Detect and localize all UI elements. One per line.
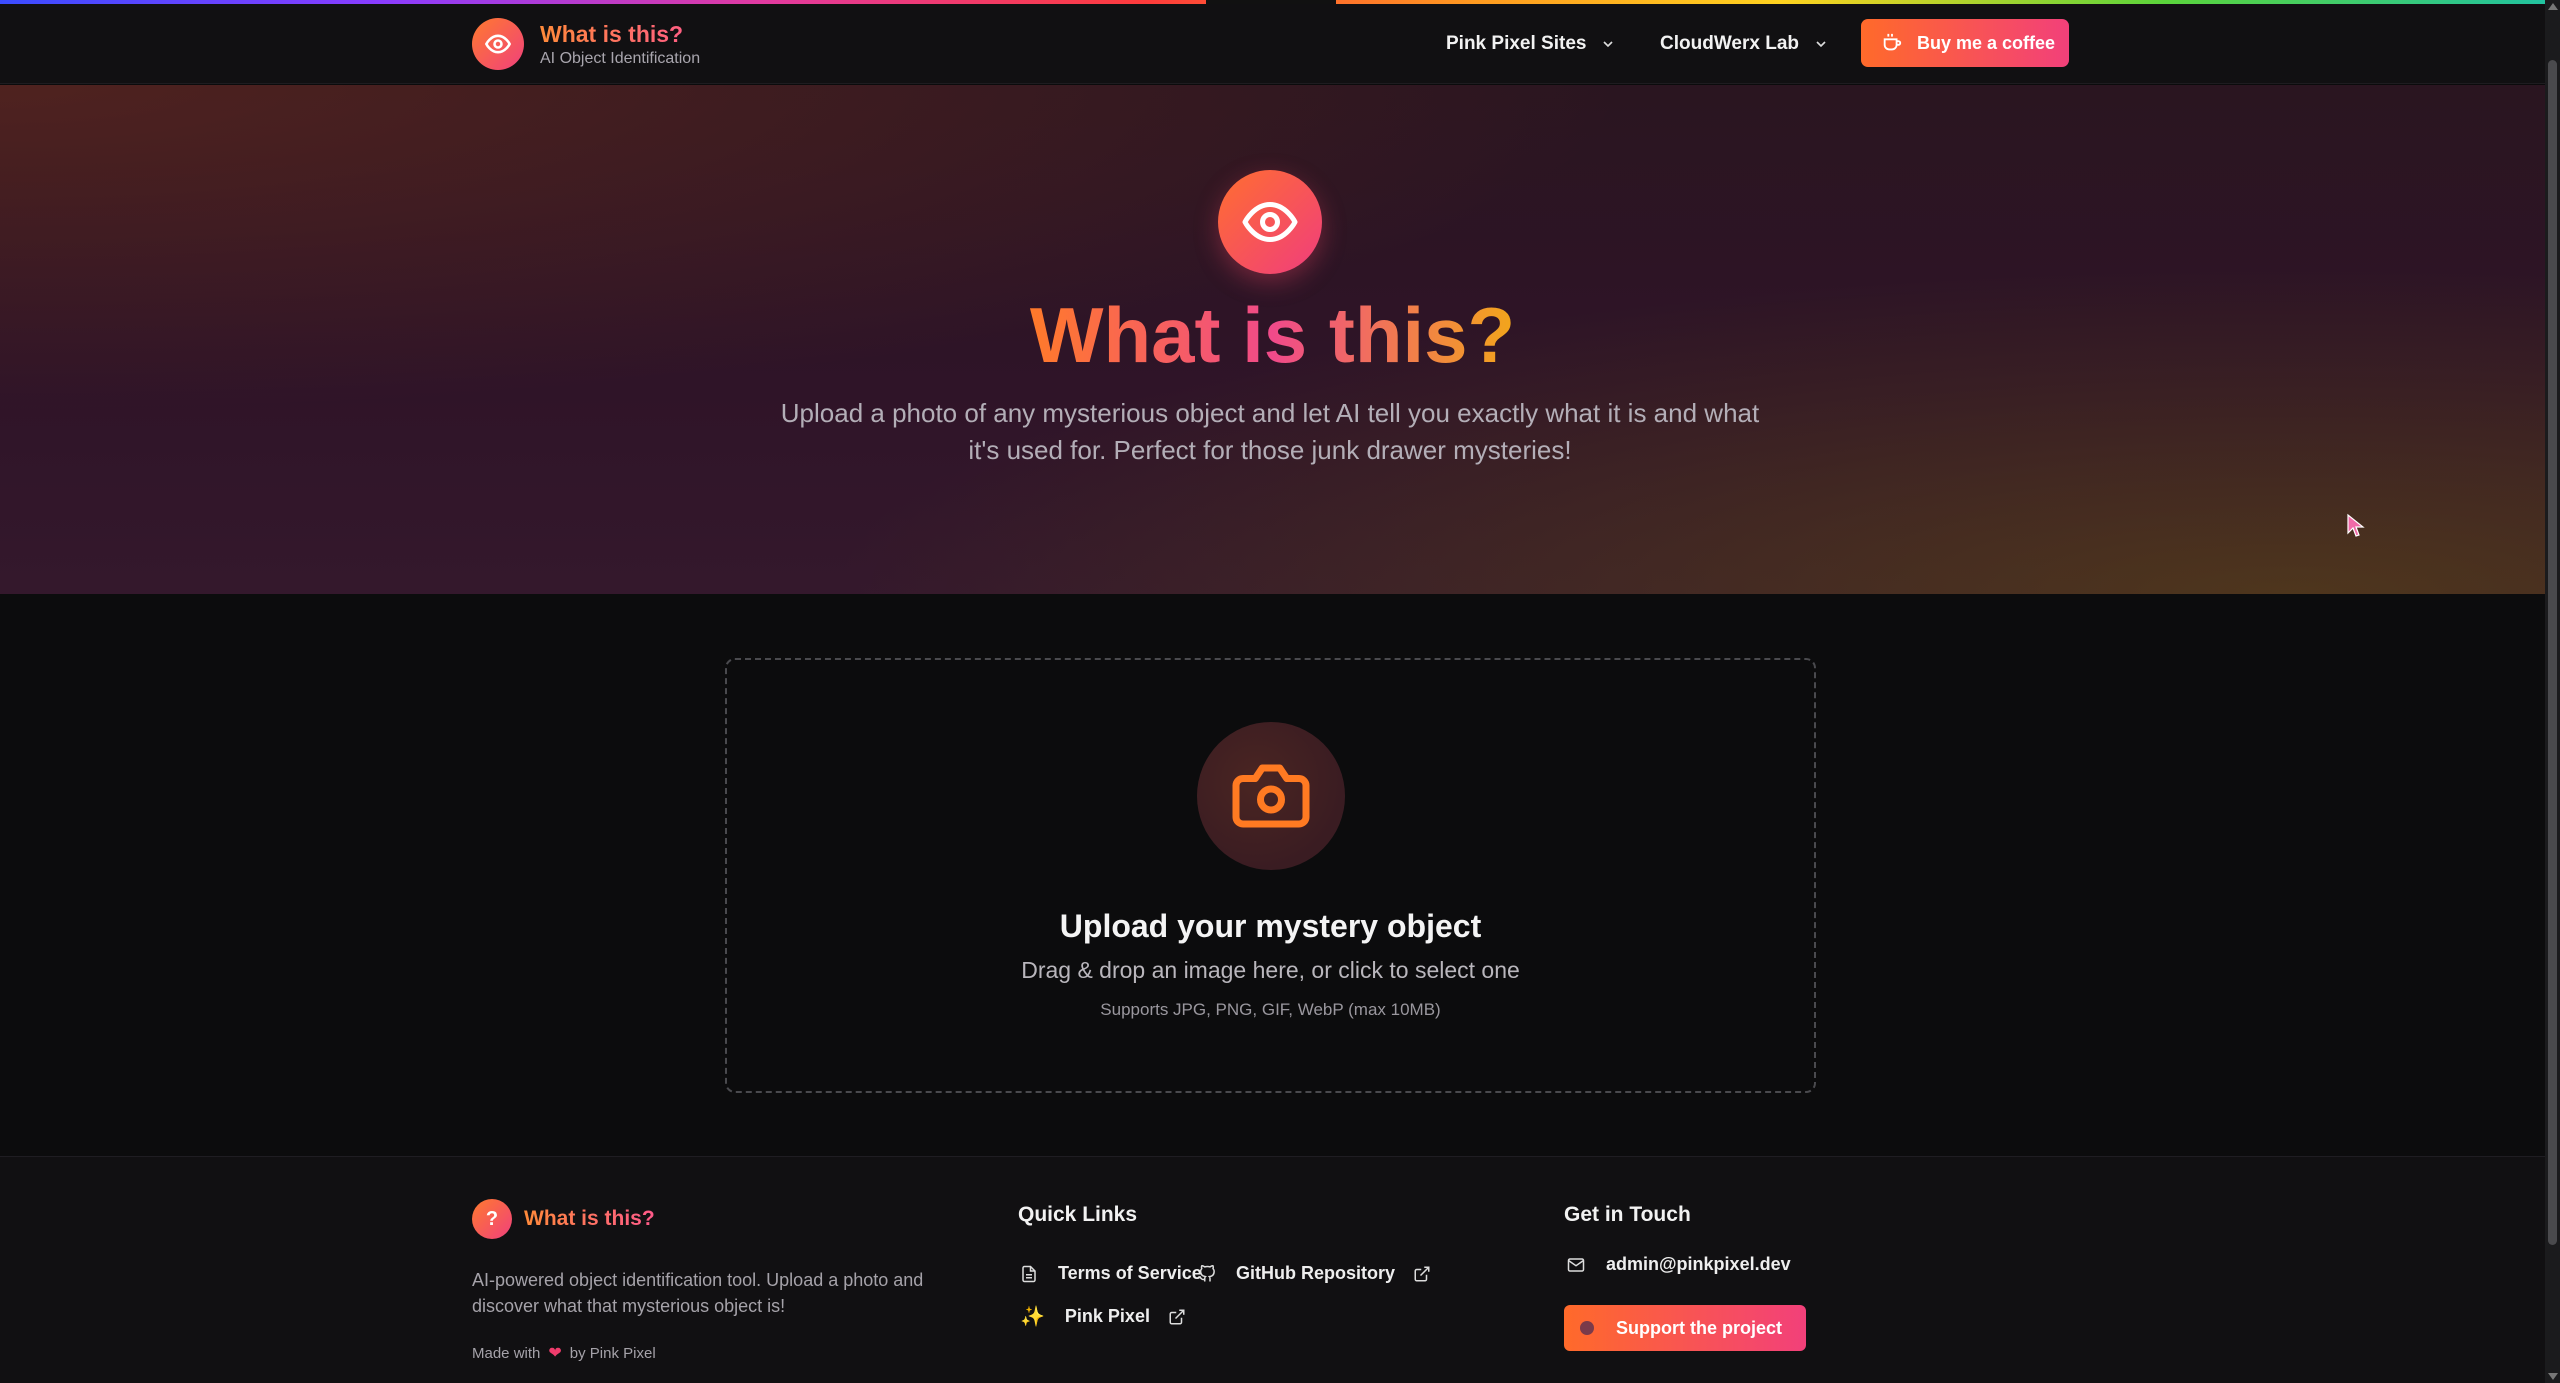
github-repository-label: GitHub Repository (1236, 1263, 1396, 1283)
chevron-down-icon (1603, 41, 1614, 48)
question-icon: ? (472, 1199, 512, 1239)
support-project-label: Support the project (1616, 1317, 1782, 1338)
github-repository-link[interactable]: GitHub Repository (1198, 1263, 1431, 1284)
footer-brand: ? What is this? (472, 1199, 655, 1239)
mail-icon (1566, 1256, 1586, 1274)
hero-description: Upload a photo of any mysterious object … (780, 398, 1760, 465)
made-with-text: Made with (472, 1344, 541, 1362)
upload-subtitle: Drag & drop an image here, or click to s… (1021, 957, 1520, 983)
buy-coffee-button[interactable]: Buy me a coffee (1861, 19, 2069, 67)
sparkles-icon: ✨ (1020, 1306, 1045, 1328)
buy-coffee-label: Buy me a coffee (1917, 32, 2056, 53)
pink-pixel-label: Pink Pixel (1064, 1306, 1150, 1326)
scrollbar-thumb[interactable] (2548, 60, 2557, 1245)
footer-description: AI-powered object identification tool. U… (472, 1270, 924, 1316)
support-project-button[interactable]: Support the project (1564, 1305, 1806, 1351)
site-footer: ? What is this? AI-powered object identi… (0, 1156, 2545, 1383)
quick-links-title: Quick Links (1018, 1203, 1138, 1226)
main-content: Upload your mystery object Drag & drop a… (0, 594, 2545, 1156)
hero-section: What is this? Upload a photo of any myst… (0, 85, 2545, 594)
eye-icon (472, 18, 524, 70)
brand-title: What is this? (540, 20, 700, 48)
brand-subtitle: AI Object Identification (540, 50, 701, 67)
support-icon (1580, 1321, 1594, 1335)
terms-of-service-label: Terms of Service (1058, 1263, 1202, 1283)
upload-format-note: Supports JPG, PNG, GIF, WebP (max 10MB) (1100, 1000, 1441, 1019)
footer-brand-title: What is this? (524, 1207, 655, 1230)
mouse-cursor-icon (2346, 513, 2366, 544)
upload-dropzone[interactable]: Upload your mystery object Drag & drop a… (725, 658, 1816, 1093)
chevron-down-icon (1816, 41, 1826, 48)
nav-cloudwerx-lab-label: CloudWerx Lab (1660, 33, 1799, 54)
nav-pink-pixel-sites-label: Pink Pixel Sites (1446, 33, 1587, 54)
nav-cloudwerx-lab[interactable]: CloudWerx Lab (1660, 33, 1829, 55)
pink-pixel-link[interactable]: ✨ Pink Pixel (1020, 1304, 1186, 1329)
brand-home-link[interactable]: What is this? AI Object Identification (472, 18, 700, 70)
eye-icon (1218, 170, 1322, 274)
external-link-icon (1168, 1308, 1186, 1326)
email-link[interactable]: admin@pinkpixel.dev (1566, 1254, 1791, 1275)
page-title: What is this? (1029, 291, 1516, 379)
external-link-icon (1413, 1265, 1431, 1283)
page-scrollbar[interactable] (2545, 0, 2560, 1383)
github-icon (1198, 1264, 1216, 1283)
heart-icon: ❤ (548, 1345, 562, 1362)
get-in-touch-title: Get in Touch (1564, 1203, 1691, 1226)
scroll-down-arrow-icon[interactable] (2548, 1373, 2558, 1380)
camera-icon (1197, 722, 1345, 870)
scroll-up-arrow-icon[interactable] (2548, 3, 2558, 10)
coffee-icon (1883, 33, 1902, 51)
email-address: admin@pinkpixel.dev (1606, 1254, 1791, 1274)
terms-of-service-link[interactable]: Terms of Service (1020, 1263, 1202, 1284)
made-by-text: by Pink Pixel (569, 1344, 656, 1362)
nav-pink-pixel-sites[interactable]: Pink Pixel Sites (1446, 33, 1616, 55)
upload-title: Upload your mystery object (1059, 908, 1482, 944)
document-icon (1020, 1264, 1038, 1284)
site-header: What is this? AI Object Identification P… (0, 4, 2545, 84)
footer-made-with: Made with ❤ by Pink Pixel (472, 1343, 656, 1363)
